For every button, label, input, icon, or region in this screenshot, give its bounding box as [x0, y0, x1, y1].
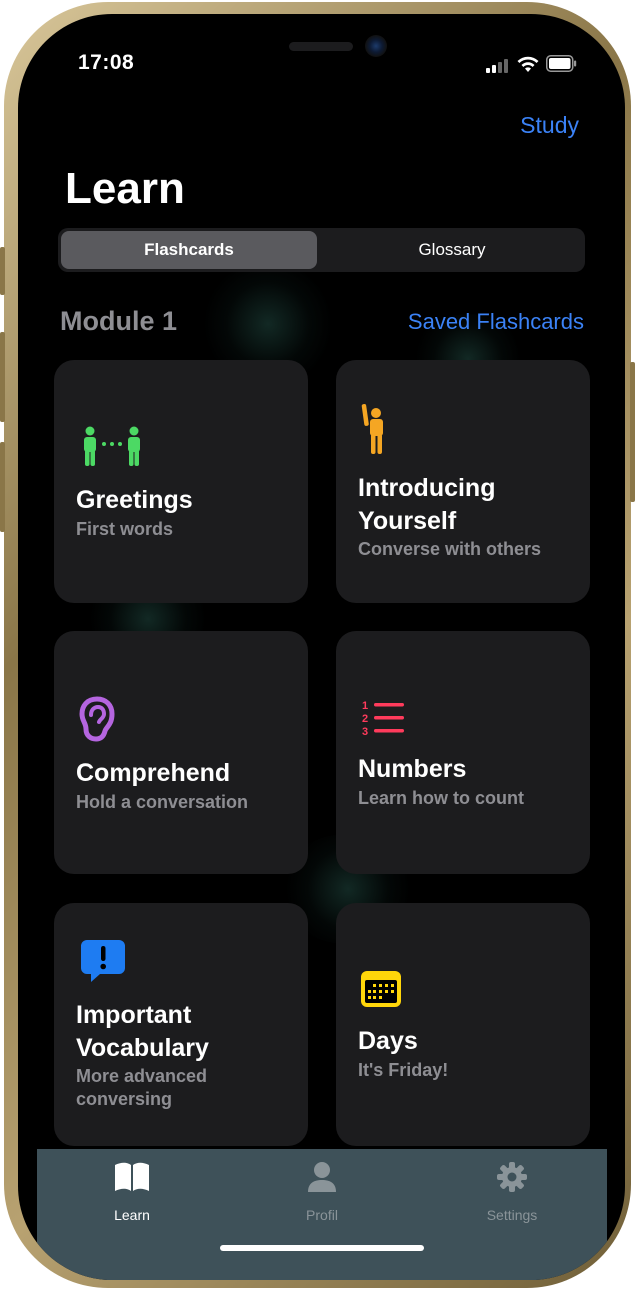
status-time: 17:08 — [78, 51, 135, 74]
page-title: Learn — [65, 164, 185, 213]
home-indicator — [220, 1245, 424, 1251]
card-comprehend[interactable]: Comprehend Hold a conversation — [54, 631, 308, 874]
tab-bar: Learn Profil Settings — [37, 1149, 607, 1280]
tab-profil[interactable]: Profil — [227, 1149, 417, 1229]
speaker-grille — [289, 42, 353, 51]
study-button[interactable]: Study — [520, 112, 579, 139]
tab-learn[interactable]: Learn — [37, 1149, 227, 1229]
module-title: Module 1 — [60, 306, 178, 336]
card-title: Numbers — [358, 755, 467, 783]
card-subtitle: Converse with others — [358, 539, 542, 559]
exclamation-bubble-icon — [81, 940, 125, 982]
tab-label: Settings — [486, 1207, 538, 1223]
mute-switch — [0, 247, 5, 295]
tab-label: Profil — [306, 1207, 338, 1223]
card-numbers[interactable]: 1 2 3 Numbers Learn how to count — [336, 631, 590, 874]
volume-up-button — [0, 332, 5, 422]
card-title: Comprehend — [76, 759, 231, 787]
svg-text:3: 3 — [362, 726, 368, 737]
tab-label: Learn — [114, 1207, 150, 1223]
wifi-icon — [517, 56, 539, 72]
card-title: Greetings — [76, 486, 193, 514]
card-introducing-yourself[interactable]: Introducing Yourself Converse with other… — [336, 360, 590, 603]
screen: 17:08 Study Learn Flashcards Glossary Mo… — [18, 14, 625, 1280]
ear-icon — [79, 696, 115, 742]
book-icon — [115, 1162, 149, 1191]
segment-glossary[interactable]: Glossary — [322, 231, 582, 269]
segmented-control: Flashcards Glossary — [58, 228, 585, 272]
svg-text:1: 1 — [362, 700, 368, 712]
card-subtitle: More advanced conversing — [76, 1066, 208, 1109]
segment-flashcards[interactable]: Flashcards — [61, 231, 317, 269]
battery-icon — [546, 55, 577, 72]
saved-flashcards-link[interactable]: Saved Flashcards — [408, 309, 584, 335]
person-icon — [308, 1162, 336, 1192]
card-subtitle: Learn how to count — [358, 788, 524, 808]
card-subtitle: Hold a conversation — [76, 792, 249, 812]
cellular-signal-icon — [486, 57, 512, 73]
gear-icon — [497, 1162, 527, 1192]
phone-frame: 17:08 Study Learn Flashcards Glossary Mo… — [0, 2, 635, 1288]
card-greetings[interactable]: Greetings First words — [54, 360, 308, 603]
power-button — [630, 362, 635, 502]
greeting-people-icon — [84, 426, 140, 466]
card-title: Important Vocabulary — [76, 1001, 209, 1062]
numbered-list-icon: 1 2 3 — [362, 700, 404, 737]
card-days[interactable]: Days It's Friday! — [336, 903, 590, 1146]
svg-text:2: 2 — [362, 713, 368, 725]
front-camera — [365, 35, 387, 57]
card-subtitle: It's Friday! — [358, 1060, 449, 1080]
card-title: Days — [358, 1027, 418, 1055]
calendar-icon — [361, 971, 401, 1007]
card-title: Introducing Yourself — [358, 474, 496, 535]
raised-hand-person-icon — [361, 404, 383, 454]
volume-down-button — [0, 442, 5, 532]
card-important-vocabulary[interactable]: Important Vocabulary More advanced conve… — [54, 903, 308, 1146]
status-bar: 17:08 — [18, 14, 625, 84]
card-subtitle: First words — [76, 519, 174, 539]
tab-settings[interactable]: Settings — [417, 1149, 607, 1229]
